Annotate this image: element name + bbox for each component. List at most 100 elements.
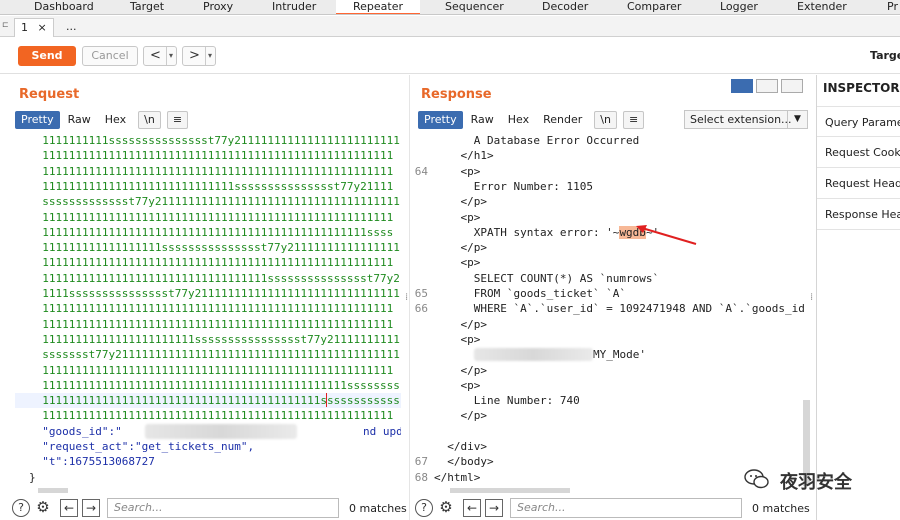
tab-more[interactable]: Pr [887,0,898,14]
inspector-request-headers[interactable]: Request Headers [817,168,900,199]
response-view-hex[interactable]: Hex [502,111,535,129]
response-line-text: </html> [434,470,480,485]
response-line-suffix: MY_Mode' [592,348,646,362]
request-line-text: 1111111111111111111111111111111111111111… [29,302,394,316]
tab-decoder[interactable]: Decoder [542,0,588,14]
request-line-tail: nd upd [363,424,401,438]
response-line-code [434,348,474,361]
request-view-pretty[interactable]: Pretty [15,111,60,129]
response-line-code: </div> [434,440,487,453]
gear-icon[interactable]: ⚙ [34,499,52,517]
arrow-left-icon[interactable]: ← [60,499,78,517]
inspector-response-headers[interactable]: Response Headers [817,199,900,230]
response-line-text: </body> [434,454,494,469]
request-newline-toggle[interactable]: \n [138,111,161,129]
repeater-toolbar: Send Cancel < ▾ > ▾ Targe [0,38,900,74]
chevron-right-icon: > [189,48,200,63]
response-view-render[interactable]: Render [537,111,588,129]
help-icon[interactable]: ? [415,499,433,517]
request-line-text: 1111111111ssssssssssssssst77y21111111111… [29,134,400,147]
response-match-count: 0 matches [752,502,810,515]
response-line-code: <p> [434,332,481,346]
drag-handle-icon[interactable]: ⁞ [810,292,813,303]
tab-sequencer[interactable]: Sequencer [445,0,504,14]
request-search-input[interactable]: Search... [107,498,339,518]
request-editor[interactable]: 1111111111ssssssssssssssst77y21111111111… [15,133,401,486]
response-view-pretty[interactable]: Pretty [418,111,463,129]
response-line-code: </h1> [434,149,494,163]
inspector-request-cookies[interactable]: Request Cookies [817,137,900,168]
tab-dashboard[interactable]: Dashboard [34,0,94,14]
response-line-code: <p> [434,164,481,178]
inspector-query-parameters[interactable]: Query Parameters [817,106,900,137]
cancel-button[interactable]: Cancel [82,46,138,66]
gear-icon[interactable]: ⚙ [437,499,455,517]
response-line-text: </h1> [434,148,494,163]
request-hscrollbar[interactable] [38,488,68,493]
response-line-text: A Database Error Occurred [434,133,640,148]
response-line-code: </body> [434,455,494,469]
subtab-label: 1 [21,21,28,34]
response-line-text: Line Number: 740 [434,393,580,408]
request-line-text: 11111111111111111111111111111sssssssssss… [29,179,394,193]
request-search-bar: ? ⚙ ← → Search... 0 matches [12,497,408,519]
request-view-raw[interactable]: Raw [62,111,97,129]
response-menu-icon[interactable]: ≡ [622,111,645,129]
response-newline-toggle[interactable]: \n [594,111,617,129]
response-line-code: <p> [434,378,481,392]
chevron-down-icon[interactable]: ▾ [165,47,173,65]
tab-target[interactable]: Target [130,0,164,14]
response-line-text: XPATH syntax error: '~wgdb~' [434,225,659,240]
response-search-input[interactable]: Search... [510,498,742,518]
response-hscrollbar[interactable] [450,488,570,493]
response-line-code: XPATH syntax error: '~ [434,225,620,239]
layout-horizontal-icon[interactable] [756,79,778,93]
subtab-1[interactable]: 1 × [14,18,54,37]
tab-extender[interactable]: Extender [797,0,847,14]
repeater-subtab-bar: ⊏ 1 × ... [0,16,900,37]
tab-repeater[interactable]: Repeater [336,0,420,14]
request-view-hex[interactable]: Hex [99,111,132,129]
tab-intruder[interactable]: Intruder [272,0,316,14]
line-number: 64 [414,164,428,178]
response-line-text: <p> [434,210,480,225]
request-line-text: 1111111111111111111111111111111111ssssss… [29,271,400,285]
back-button[interactable]: < ▾ [143,46,177,66]
arrow-right-icon[interactable]: → [485,499,503,517]
request-line-text: "t":1675513068727 [29,455,155,469]
line-number: 68 [414,470,428,484]
response-line-code: </p> [434,241,487,255]
request-line-text: ssssssssssssst77y21111111111111111111111… [29,195,401,209]
help-icon[interactable]: ? [12,499,30,517]
arrow-right-icon[interactable]: → [82,499,100,517]
layout-single-icon[interactable] [781,79,803,93]
line-number: 66 [414,302,428,316]
pane-divider[interactable] [409,75,410,520]
response-view-raw[interactable]: Raw [465,111,500,129]
response-line-text: </p> [434,408,487,423]
target-label[interactable]: Targe [870,49,900,62]
request-line-text: 1111111111111111111111111111111111111111… [29,317,394,331]
chevron-down-icon[interactable]: ▾ [204,47,212,65]
arrow-left-icon[interactable]: ← [463,499,481,517]
response-line-text: Error Number: 1105 [434,179,593,194]
forward-button[interactable]: > ▾ [182,46,216,66]
chevron-left-icon: < [150,48,161,63]
tab-comparer[interactable]: Comparer [627,0,681,14]
response-line-code: </p> [434,195,487,209]
close-icon[interactable]: × [38,21,47,34]
subtab-new[interactable]: ... [60,18,83,37]
layout-split-icon[interactable] [731,79,753,93]
response-line-code: <p> [434,210,481,224]
tab-proxy[interactable]: Proxy [203,0,233,14]
response-line-code: SELECT COUNT(*) AS `numrows` [434,271,660,285]
response-editor[interactable]: A Database Error Occurred </h1> 64 <p> Er… [412,133,805,486]
request-line-text: 1111111111111111111111111111111111111111… [29,363,394,377]
tab-logger[interactable]: Logger [720,0,758,14]
request-menu-icon[interactable]: ≡ [166,111,189,129]
response-line-code: Error Number: 1105 [434,179,593,193]
select-extension-dropdown[interactable]: Select extension... ▼ [684,110,808,129]
send-button[interactable]: Send [18,46,76,66]
response-line-text: <p> [434,164,480,179]
drag-handle-icon[interactable]: ⁞ [405,292,408,303]
